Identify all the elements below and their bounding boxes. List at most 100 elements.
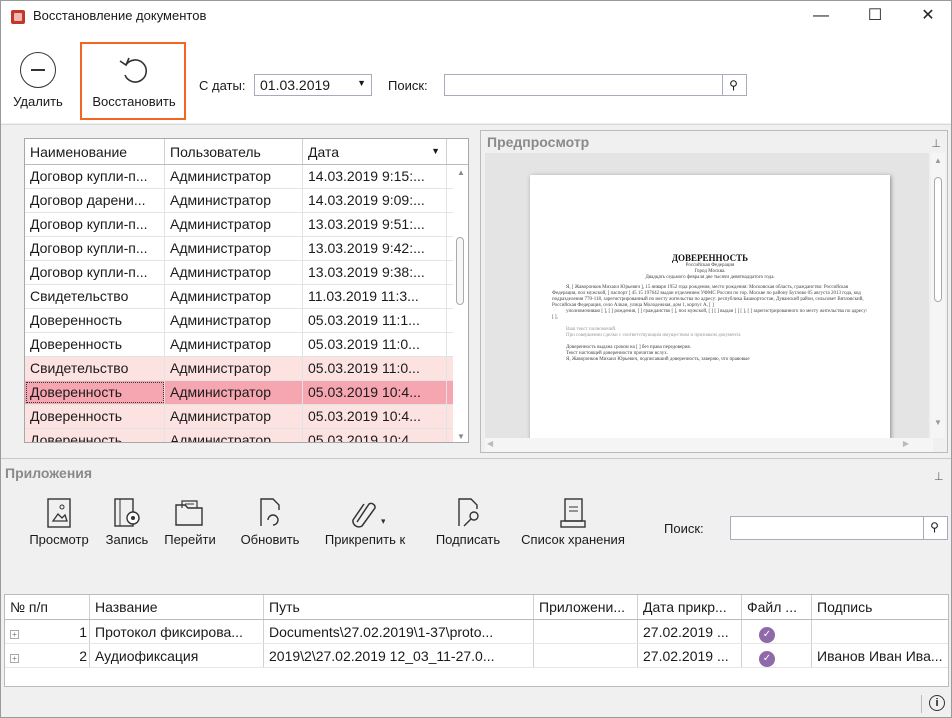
attach-label: Прикрепить к — [324, 532, 406, 547]
sign-key-icon — [429, 494, 507, 532]
record-button[interactable]: Запись — [99, 494, 155, 547]
table-row[interactable]: Договор купли-п... Администратор 13.03.201… — [25, 237, 468, 261]
cell-name: Договор купли-п... — [25, 213, 165, 236]
minimize-button[interactable]: — — [799, 1, 843, 31]
table-row[interactable]: Доверенность Администратор 05.03.2019 11:0… — [25, 333, 468, 357]
preview-title: Предпросмотр — [487, 134, 590, 150]
restore-highlight-frame — [80, 42, 186, 120]
attach-button[interactable]: ▾ Прикрепить к — [312, 494, 418, 547]
cell-date: 05.03.2019 10:4... — [303, 429, 447, 442]
cell-date: 05.03.2019 11:0... — [303, 333, 447, 356]
attachments-search-input[interactable]: ⚲ — [730, 516, 948, 540]
documents-grid: Наименование Пользователь Дата ▼ Договор … — [24, 138, 469, 443]
search-icon[interactable]: ⚲ — [923, 517, 945, 539]
close-button[interactable]: ✕ — [906, 1, 950, 31]
col-header-signature[interactable]: Подпись — [812, 595, 948, 619]
pin-icon[interactable]: ⊥ — [931, 137, 941, 150]
table-row[interactable]: Договор купли-п... Администратор 13.03.201… — [25, 213, 468, 237]
col-header-attach-date[interactable]: Дата прикр... — [638, 595, 742, 619]
cell-date: 05.03.2019 11:0... — [303, 357, 447, 380]
search-icon[interactable]: ⚲ — [722, 75, 744, 95]
storage-list-button[interactable]: Список хранения — [512, 494, 634, 547]
expand-icon[interactable]: + — [10, 654, 19, 663]
cell-user: Администратор — [165, 333, 303, 356]
delete-button[interactable]: Удалить — [3, 52, 73, 109]
record-label: Запись — [105, 532, 149, 547]
attachments-title: Приложения — [5, 465, 93, 481]
folder-open-icon — [159, 494, 221, 532]
cell-date: 13.03.2019 9:51:... — [303, 213, 447, 236]
col-header-path[interactable]: Путь — [264, 595, 534, 619]
cell-date: 05.03.2019 10:4... — [303, 405, 447, 428]
table-row[interactable]: Договор дарени... Администратор 14.03.2019… — [25, 189, 468, 213]
col-header-name[interactable]: Наименование — [25, 139, 165, 164]
col-header-num[interactable]: № п/п — [5, 595, 90, 619]
cell-user: Администратор — [165, 309, 303, 332]
preview-viewport: ДОВЕРЕННОСТЬ Российская Федерация Город … — [485, 153, 929, 438]
preview-vscrollbar[interactable]: ▲ ▼ — [931, 153, 945, 438]
table-row[interactable]: Доверенность Администратор 05.03.2019 11:1… — [25, 309, 468, 333]
cell-date: 11.03.2019 11:3... — [303, 285, 447, 308]
cell-user: Администратор — [165, 165, 303, 188]
search-input[interactable]: ⚲ — [444, 74, 747, 96]
col-header-user[interactable]: Пользователь — [165, 139, 303, 164]
cell-date: 14.03.2019 9:09:... — [303, 189, 447, 212]
paperclip-icon: ▾ — [312, 494, 418, 532]
window-title: Восстановление документов — [33, 8, 207, 23]
table-row[interactable]: Свидетельство Администратор 05.03.2019 11:… — [25, 357, 468, 381]
minus-circle-icon — [20, 52, 56, 88]
sign-button[interactable]: Подписать — [429, 494, 507, 547]
cell-name: Договор купли-п... — [25, 165, 165, 188]
attachments-grid: № п/п Название Путь Приложени... Дата пр… — [4, 594, 949, 687]
goto-button[interactable]: Перейти — [159, 494, 221, 547]
expand-icon[interactable]: + — [10, 630, 19, 639]
film-record-icon — [99, 494, 155, 532]
table-row[interactable]: Доверенность Администратор 05.03.2019 10:4… — [25, 381, 468, 405]
table-row[interactable]: Договор купли-п... Администратор 14.03.201… — [25, 165, 468, 189]
pin-icon[interactable]: ⊥ — [934, 470, 944, 483]
table-row[interactable]: Договор купли-п... Администратор 13.03.201… — [25, 261, 468, 285]
cell-date: 14.03.2019 9:15:... — [303, 165, 447, 188]
cell-date: 13.03.2019 9:42:... — [303, 237, 447, 260]
cell-path: 2019\2\27.02.2019 12_03_11-27.0... — [264, 644, 534, 667]
doc-line: Двадцать седьмого февраля две тысячи дев… — [645, 275, 775, 280]
refresh-doc-icon — [233, 494, 307, 532]
cell-user: Администратор — [165, 237, 303, 260]
table-row[interactable]: Доверенность Администратор 05.03.2019 10:4… — [25, 405, 468, 429]
table-row[interactable]: Свидетельство Администратор 11.03.2019 11:… — [25, 285, 468, 309]
refresh-button[interactable]: Обновить — [233, 494, 307, 547]
table-row[interactable]: Доверенность Администратор 05.03.2019 10:4… — [25, 429, 468, 442]
maximize-button[interactable]: ☐ — [853, 1, 897, 31]
cell-user: Администратор — [165, 213, 303, 236]
view-button[interactable]: Просмотр — [24, 494, 94, 547]
cell-file: ✓ — [742, 644, 812, 667]
table-row[interactable]: +2 Аудиофиксация 2019\2\27.02.2019 12_03_1… — [5, 644, 948, 668]
attachments-grid-header: № п/п Название Путь Приложени... Дата пр… — [5, 595, 948, 620]
info-icon[interactable]: i — [929, 695, 945, 711]
col-header-app[interactable]: Приложени... — [534, 595, 638, 619]
from-date-dropdown[interactable]: 01.03.2019 ▼ — [254, 74, 372, 96]
view-label: Просмотр — [29, 532, 89, 547]
cell-app — [534, 644, 638, 667]
col-header-date[interactable]: Дата ▼ — [303, 139, 447, 164]
cell-user: Администратор — [165, 357, 303, 380]
documents-grid-body: Договор купли-п... Администратор 14.03.201… — [25, 165, 468, 442]
documents-scrollbar[interactable]: ▲ ▼ — [453, 165, 468, 442]
check-circle-icon: ✓ — [759, 651, 775, 667]
scrollbar-thumb[interactable] — [456, 237, 464, 305]
row-number: 1 — [79, 624, 87, 640]
cell-name: Доверенность — [25, 309, 165, 332]
col-header-file[interactable]: Файл ... — [742, 595, 812, 619]
cell-name: Договор дарени... — [25, 189, 165, 212]
cell-name: Протокол фиксирова... — [90, 620, 264, 643]
cell-num: +1 — [5, 620, 90, 643]
chevron-down-icon[interactable]: ▼ — [357, 78, 366, 88]
cell-date: 27.02.2019 ... — [638, 620, 742, 643]
col-header-title[interactable]: Название — [90, 595, 264, 619]
from-date-value: 01.03.2019 — [260, 77, 331, 93]
storage-list-label: Список хранения — [521, 532, 625, 547]
table-row[interactable]: +1 Протокол фиксирова... Documents\27.02.2… — [5, 620, 948, 644]
preview-hscrollbar[interactable]: ◀ ▶ — [485, 438, 933, 452]
scrollbar-thumb[interactable] — [934, 177, 942, 302]
cell-name: Договор купли-п... — [25, 237, 165, 260]
